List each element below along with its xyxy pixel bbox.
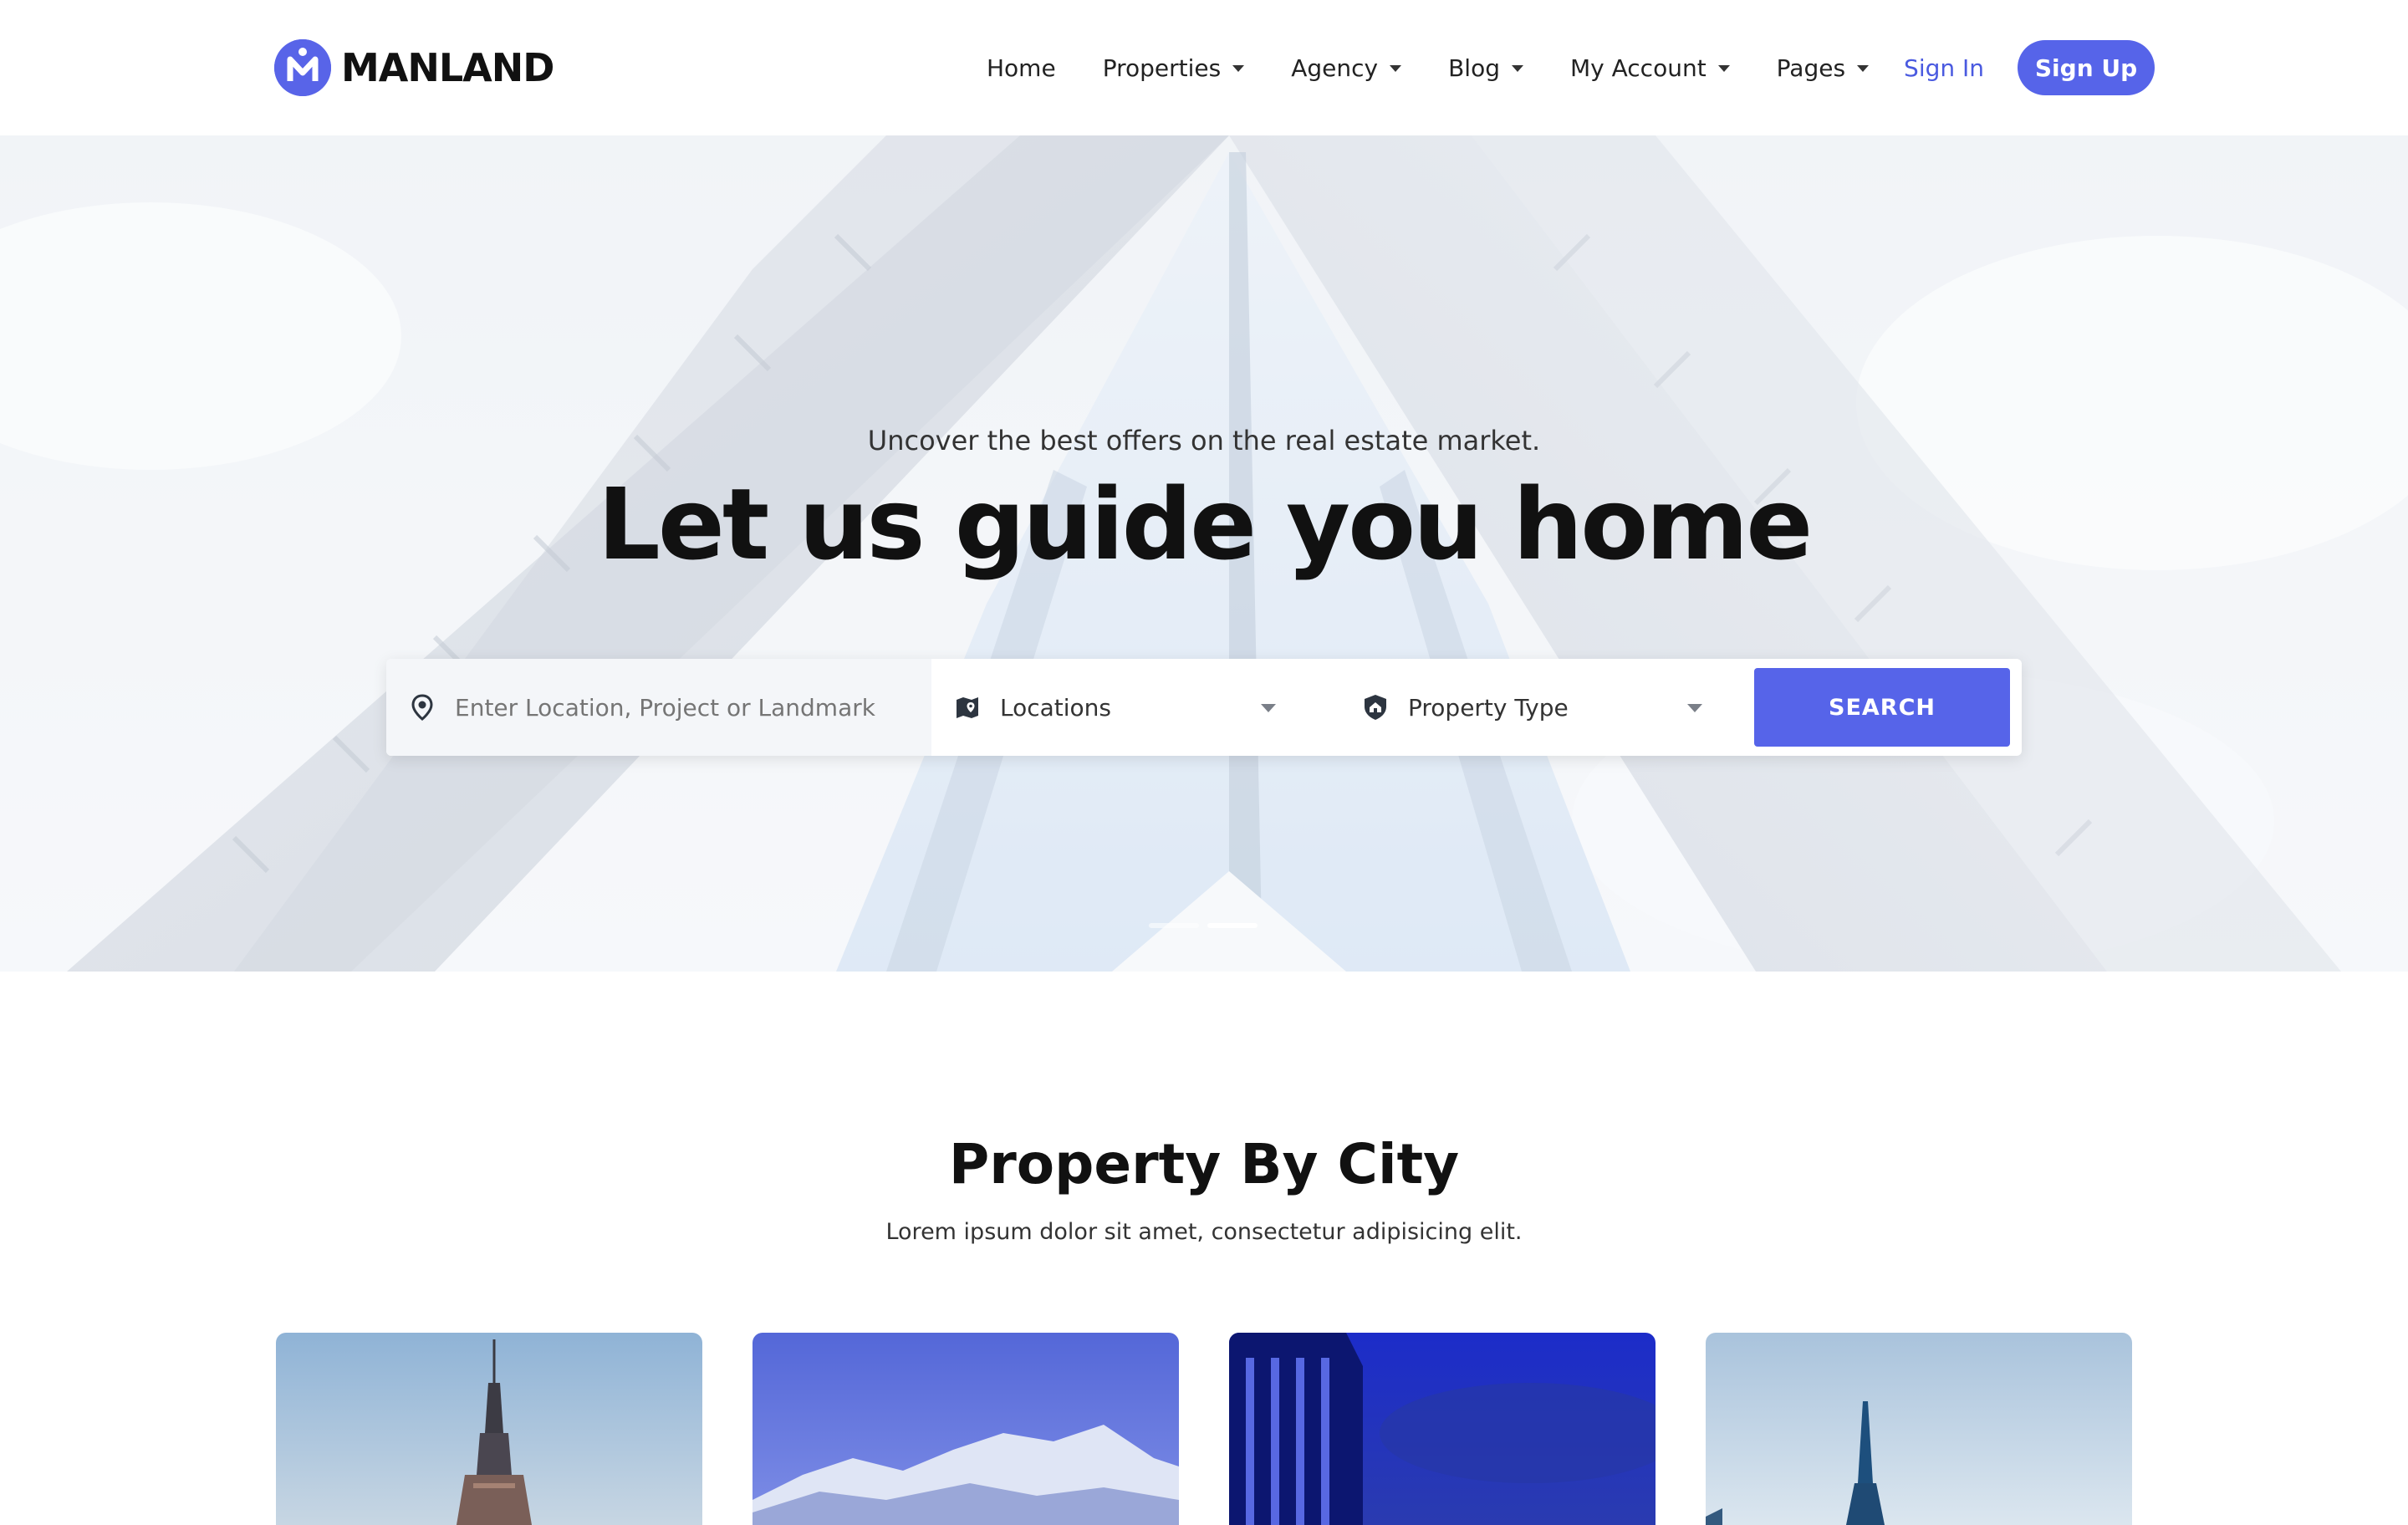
hero-banner: Uncover the best offers on the real esta… <box>0 135 2408 972</box>
sign-up-button[interactable]: Sign Up <box>2018 40 2155 95</box>
location-search-input[interactable] <box>455 693 890 722</box>
chevron-down-icon <box>1232 65 1245 72</box>
location-field[interactable] <box>386 659 931 756</box>
site-header: MANLAND Home Properties Agency Blog My A… <box>0 0 2408 135</box>
nav-item-label: Properties <box>1102 54 1222 82</box>
property-type-select-value: Property Type <box>1408 693 1569 722</box>
chevron-down-icon <box>1687 704 1702 712</box>
search-button[interactable]: SEARCH <box>1754 668 2010 747</box>
map-pin-icon <box>411 694 433 721</box>
city-card-image <box>1706 1333 2132 1525</box>
chevron-down-icon <box>1390 65 1402 72</box>
logo-icon <box>274 39 331 96</box>
locations-select-value: Locations <box>1000 693 1112 722</box>
section-subtitle: Lorem ipsum dolor sit amet, consectetur … <box>885 1219 1523 1245</box>
hero-title: Let us guide you home <box>597 467 1814 582</box>
city-card[interactable] <box>1706 1333 2132 1525</box>
nav-item-label: Blog <box>1448 54 1500 82</box>
city-card[interactable] <box>276 1333 702 1525</box>
property-type-select[interactable]: Property Type <box>1341 659 1747 756</box>
chevron-down-icon <box>1717 65 1730 72</box>
city-card-image <box>752 1333 1179 1525</box>
chevron-down-icon <box>1857 65 1870 72</box>
nav-item-my-account[interactable]: My Account <box>1570 54 1730 82</box>
nav-item-blog[interactable]: Blog <box>1448 54 1523 82</box>
city-cards <box>276 1333 2134 1525</box>
main-nav: Home Properties Agency Blog My Account P… <box>987 40 2155 95</box>
city-card-image <box>276 1333 702 1525</box>
city-card[interactable] <box>752 1333 1179 1525</box>
slider-dot[interactable] <box>1149 923 1199 928</box>
nav-item-home[interactable]: Home <box>987 54 1056 82</box>
sign-in-link[interactable]: Sign In <box>1904 54 1984 82</box>
brand-logo[interactable]: MANLAND <box>274 38 554 97</box>
chevron-down-icon <box>1261 704 1276 712</box>
slider-dot-active[interactable] <box>1207 923 1258 928</box>
hero-subtitle: Uncover the best offers on the real esta… <box>867 425 1541 456</box>
brand-name: MANLAND <box>341 45 554 90</box>
locations-select[interactable]: Locations <box>931 659 1341 756</box>
nav-item-label: Agency <box>1291 54 1379 82</box>
nav-item-pages[interactable]: Pages <box>1776 54 1870 82</box>
nav-item-label: Pages <box>1776 54 1846 82</box>
nav-item-label: My Account <box>1569 54 1707 82</box>
map-icon <box>957 697 978 718</box>
nav-item-label: Home <box>987 54 1056 82</box>
property-search-bar: Locations Property Type SEARCH <box>386 659 2022 756</box>
chevron-down-icon <box>1511 65 1523 72</box>
home-shield-icon <box>1365 695 1386 720</box>
city-card[interactable] <box>1229 1333 1656 1525</box>
city-card-image <box>1229 1333 1656 1525</box>
nav-item-agency[interactable]: Agency <box>1291 54 1402 82</box>
nav-item-properties[interactable]: Properties <box>1103 54 1245 82</box>
section-title: Property By City <box>948 1132 1460 1196</box>
slider-pagination <box>1149 923 1266 928</box>
